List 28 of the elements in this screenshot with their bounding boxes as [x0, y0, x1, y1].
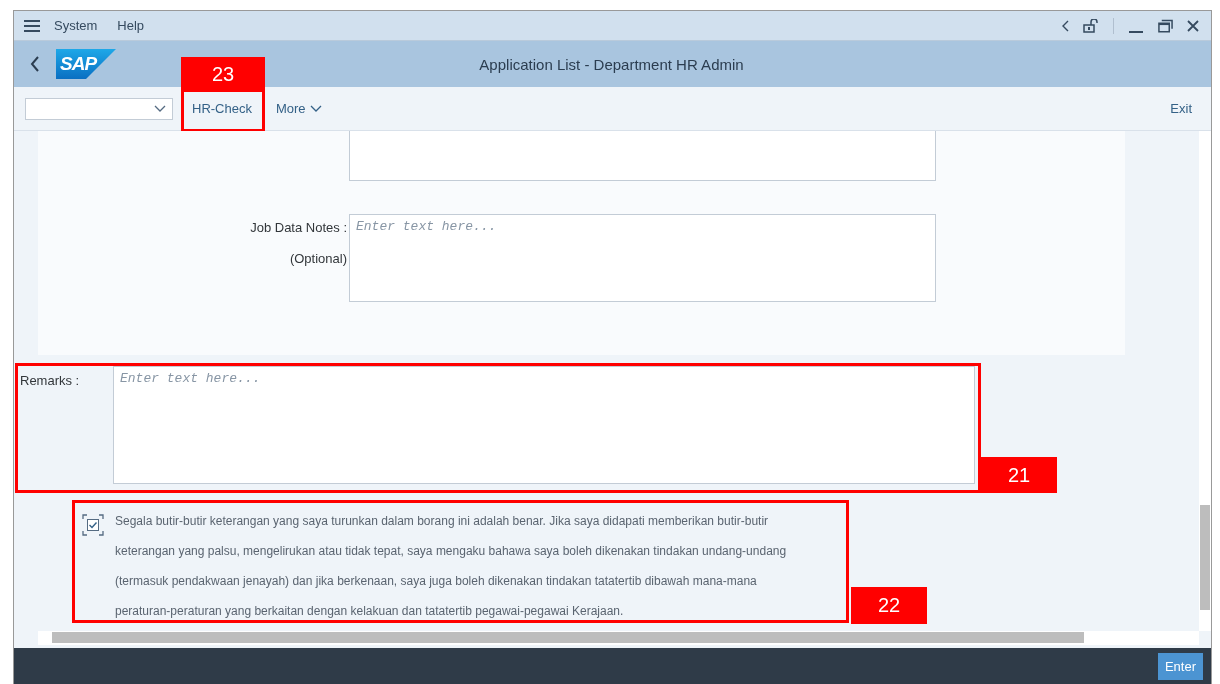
remarks-field[interactable]: Enter text here... [113, 366, 975, 484]
field-label: Job Data Notes : [250, 220, 347, 235]
field-hint: (Optional) [289, 251, 347, 266]
back-icon[interactable] [1061, 19, 1069, 32]
step-number: 23 [181, 57, 265, 89]
more-button[interactable]: More [270, 97, 327, 120]
scrollbar[interactable] [38, 631, 1199, 645]
step-number: 21 [981, 457, 1057, 493]
checkbox[interactable] [82, 514, 104, 536]
menu-item[interactable]: Help [117, 18, 145, 33]
caret-icon [154, 104, 166, 113]
enter-button[interactable]: Enter [1157, 652, 1203, 680]
step-number: 22 [851, 587, 927, 624]
caret-icon [309, 104, 322, 113]
toolbar-button[interactable]: HR-Check [187, 97, 257, 120]
exit-button[interactable]: Exit [1165, 97, 1197, 120]
declaration-text: Segala butir-butir keterangan yang saya turunkan dalam borang ini adalah benar. Jika saya didapati memberikan butir-butir keterangan yang palsu, mengelirukan atau tidak tepat, saya mengaku bahawa saya boleh dikenakan tindakan undang-undang (termasuk pendakwaan jenayah) dan jika berkenaan, saya juga boleh dikenakan tindakan tatatertib dibawah mana-mana peraturan-peraturan yang berkaitan dengan kelakuan dan tatatertib pegawai-pegawai Kerajaan. [115, 513, 788, 620]
padlock-icon[interactable] [1083, 18, 1099, 33]
close-icon[interactable] [1187, 19, 1199, 32]
logo: SAP [56, 49, 116, 79]
menu-item[interactable]: System [54, 18, 98, 33]
back-icon[interactable] [30, 56, 40, 72]
scrollbar[interactable] [1199, 131, 1211, 631]
notes-field[interactable]: Enter text here... [349, 214, 936, 302]
window-title: Application List - Department HR Admin [478, 55, 745, 73]
menu-icon[interactable] [24, 19, 40, 32]
restore-icon[interactable] [1158, 18, 1173, 33]
remarks-label: Remarks : [20, 372, 81, 390]
